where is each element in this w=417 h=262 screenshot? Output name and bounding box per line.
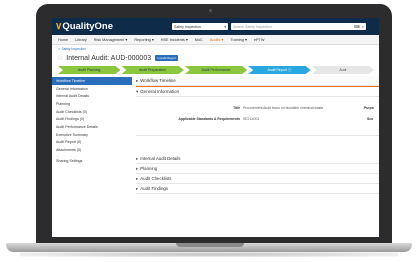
folder-icon: □ <box>58 46 60 51</box>
section-general-information[interactable]: ▾ General Information <box>136 86 379 97</box>
section-title: Audit Findings <box>140 186 169 191</box>
section-workflow-timeline[interactable]: ▸ Workflow Timeline <box>136 76 379 86</box>
field-label-title: Title <box>233 106 240 110</box>
menu-item-home[interactable]: Home <box>58 38 68 42</box>
caret-down-icon: ▾ <box>136 88 139 94</box>
step-label: Audit Planning <box>77 68 101 72</box>
section-title: Internal Audit Details <box>140 156 181 161</box>
sidebar-item-workflow-timeline[interactable]: Workflow Timeline <box>52 77 132 85</box>
sidebar-item-internal-audit-details[interactable]: Internal Audit Details <box>52 92 132 100</box>
camera-icon <box>209 9 212 12</box>
step-audit-report[interactable]: Audit Report ⓘ <box>248 66 311 74</box>
step-label: Audit Preparation <box>139 68 167 72</box>
caret-right-icon: ▸ <box>136 185 139 191</box>
search-input[interactable]: Search Safety Inspection ⌨ ⌕ <box>231 23 366 30</box>
sidebar-item-planning[interactable]: Planning <box>52 100 132 108</box>
sidebar-item-audit-report[interactable]: Audit Report (0) <box>52 139 132 147</box>
logo-mark-icon: ∨ <box>55 20 63 32</box>
sidebar-item-sharing-settings[interactable]: Sharing Settings <box>52 157 132 165</box>
sidebar-item-audit-checklists[interactable]: Audit Checklists (0) <box>52 108 132 116</box>
laptop-notch <box>176 243 244 247</box>
breadcrumb[interactable]: □ Safety Inspection <box>52 45 379 52</box>
section-title: Audit Checklists <box>140 176 172 181</box>
caret-right-icon: ▸ <box>136 77 139 83</box>
workflow-steps: Audit Planning Audit Preparation Audit P… <box>58 66 375 74</box>
sidebar-item-audit-findings[interactable]: Audit Findings (0) <box>52 115 132 123</box>
step-audit-planning[interactable]: Audit Planning <box>58 66 121 74</box>
module-select-value: Safety Inspection <box>174 24 201 29</box>
general-information-body: Title Procurement Audit focus on bloodli… <box>136 97 379 136</box>
menu-item-risk-management[interactable]: Risk Management ▾ <box>94 37 128 42</box>
step-audit-next[interactable]: Audi <box>311 66 375 74</box>
step-label: Audit Report <box>267 68 287 72</box>
logo-text: QualityOne <box>62 20 114 32</box>
field-label-scope: Sco <box>367 117 374 121</box>
info-icon: ⓘ <box>287 67 292 72</box>
star-icon[interactable]: ☆ <box>57 54 63 62</box>
page-title: Internal Audit: AUD-000003 <box>66 54 152 62</box>
main-panel: ▸ Workflow Timeline ▾ General Informatio… <box>132 76 379 194</box>
step-audit-preparation[interactable]: Audit Preparation <box>121 66 184 74</box>
section-title: Planning <box>140 166 158 171</box>
breadcrumb-label: Safety Inspection <box>61 46 86 51</box>
sidebar: Workflow Timeline General Information In… <box>52 76 132 194</box>
record-header: ☆ Internal Audit: AUD-000003 In Audit Re… <box>52 52 379 64</box>
menu-item-library[interactable]: Library <box>75 38 87 42</box>
section-title: Workflow Timeline <box>140 78 176 83</box>
field-label-purpose: Purpo <box>364 106 374 110</box>
menu-item-eptw[interactable]: ePTW <box>254 38 265 42</box>
step-label: Audit Performance <box>201 68 231 72</box>
section-audit-findings[interactable]: ▸ Audit Findings <box>136 184 379 194</box>
section-planning[interactable]: ▸ Planning <box>136 164 379 174</box>
menu-item-moc[interactable]: MoC <box>195 38 203 42</box>
module-select[interactable]: Safety Inspection ▾ <box>172 23 228 30</box>
section-internal-audit-details[interactable]: ▸ Internal Audit Details <box>136 154 379 164</box>
menu-item-audits[interactable]: Audits ▾ <box>210 37 224 42</box>
caret-right-icon: ▸ <box>136 175 139 181</box>
app-logo[interactable]: ∨ QualityOne <box>55 20 114 32</box>
step-label: Audi <box>339 68 347 72</box>
sidebar-item-audit-performance-details[interactable]: Audit Performance Details <box>52 123 132 131</box>
main-menu: Home Library Risk Management ▾ Reporting… <box>52 35 379 45</box>
menu-item-training[interactable]: Training ▾ <box>230 37 247 42</box>
sidebar-item-attachments[interactable]: Attachments (0) <box>52 146 132 154</box>
keyboard-icon[interactable]: ⌨ <box>354 24 360 29</box>
section-title: General Information <box>140 89 180 94</box>
section-audit-checklists[interactable]: ▸ Audit Checklists <box>136 174 379 184</box>
menu-item-reporting[interactable]: Reporting ▾ <box>134 37 153 42</box>
caret-right-icon: ▸ <box>136 155 139 161</box>
search-placeholder: Search Safety Inspection <box>233 24 272 29</box>
app-screen: ∨ QualityOne Safety Inspection ▾ Search … <box>52 18 379 237</box>
field-label-standards: Applicable Standards & Requirements <box>178 117 240 121</box>
caret-right-icon: ▸ <box>136 165 139 171</box>
search-icon[interactable]: ⌕ <box>362 24 364 29</box>
content-body: Workflow Timeline General Information In… <box>52 76 379 194</box>
menu-item-hse-incidents[interactable]: HSE Incidents ▾ <box>161 37 188 42</box>
step-audit-performance[interactable]: Audit Performance <box>184 66 248 74</box>
chevron-down-icon: ▾ <box>224 24 226 29</box>
status-badge: In Audit Report <box>155 55 178 61</box>
sidebar-item-general-information[interactable]: General Information <box>52 85 132 93</box>
top-bar: ∨ QualityOne Safety Inspection ▾ Search … <box>52 18 379 35</box>
sidebar-item-executive-summary[interactable]: Executive Summary <box>52 131 132 139</box>
field-value-standards: ISO 14001 <box>243 117 260 121</box>
field-value-title: Procurement Audit focus on bloodline che… <box>243 106 324 110</box>
laptop-shadow <box>20 252 398 257</box>
